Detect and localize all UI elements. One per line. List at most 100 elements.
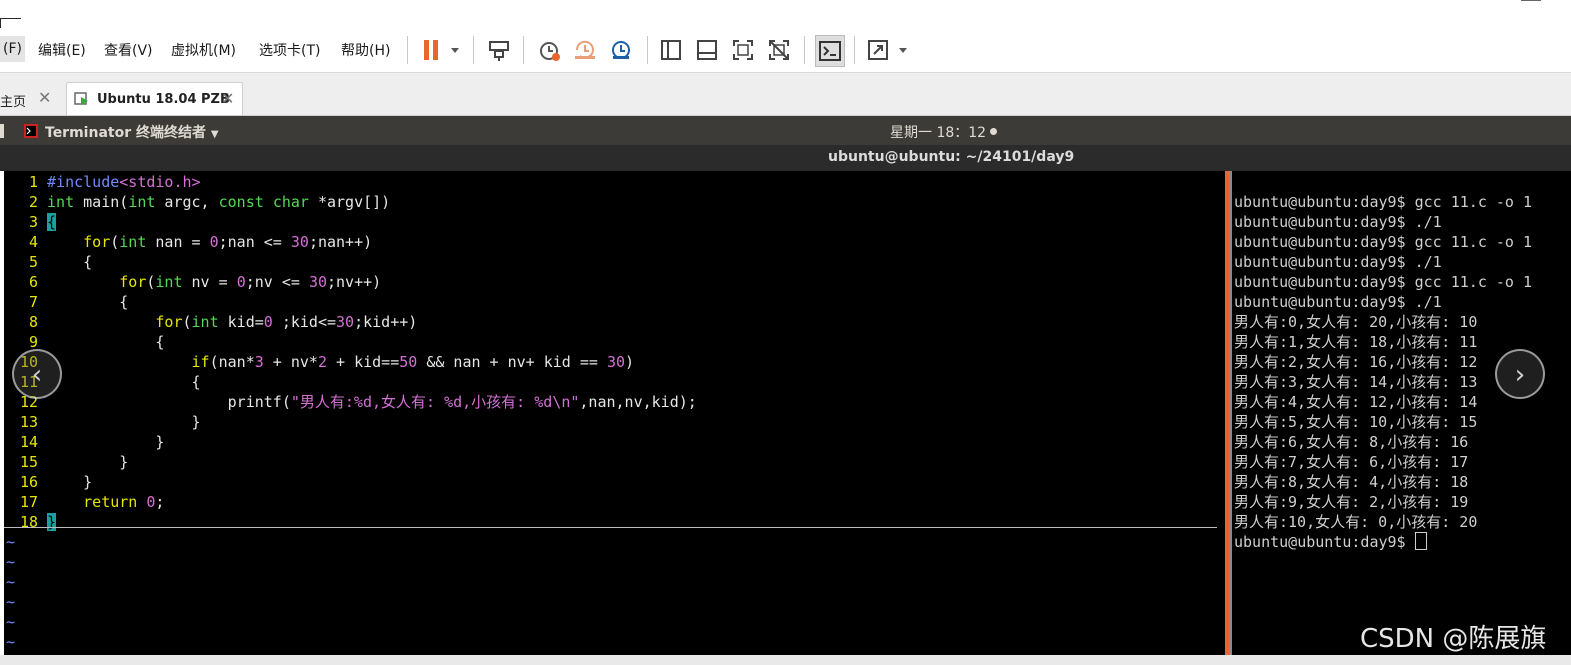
next-image-button[interactable]: ›: [1495, 349, 1545, 399]
code-token: ;nv <=: [245, 273, 309, 291]
code-token: ): [625, 353, 635, 371]
code-token: (nan*: [209, 353, 255, 371]
terminal-prompt-line[interactable]: ubuntu@ubuntu:day9$: [1234, 532, 1427, 552]
close-icon[interactable]: ✕: [221, 89, 234, 108]
code-token: }: [47, 473, 93, 491]
editor-separator-line: [4, 527, 1217, 528]
empty-line-tilde: ~: [6, 593, 16, 611]
fullscreen-icon[interactable]: [731, 38, 755, 62]
terminal-line: 男人有:10,女人有: 0,小孩有: 20: [1234, 513, 1478, 531]
code-line: 4 for(int nan = 0;nan <= 30;nan++): [4, 232, 372, 252]
code-token: 30: [606, 353, 626, 371]
line-number: 14: [19, 433, 38, 451]
code-token: if: [191, 353, 210, 371]
notification-dot-icon: [990, 128, 997, 135]
vm-running-icon: [74, 91, 90, 111]
terminal-line: 男人有:7,女人有: 6,小孩有: 17: [1234, 453, 1469, 471]
console-view-icon[interactable]: [815, 35, 845, 67]
menu-tabs[interactable]: 选项卡(T): [259, 40, 320, 60]
code-token: 50: [399, 353, 418, 371]
menu-file[interactable]: (F): [0, 36, 25, 62]
code-token: #include: [47, 173, 120, 191]
csdn-watermark: CSDN @陈展旗: [1360, 624, 1547, 654]
code-line: 14 }: [4, 432, 165, 452]
empty-line-tilde: ~: [6, 553, 16, 571]
line-number: 3: [28, 213, 38, 231]
menu-help[interactable]: 帮助(H): [341, 40, 390, 60]
code-token: printf(: [47, 393, 291, 411]
menu-view[interactable]: 查看(V): [104, 40, 153, 60]
pause-dropdown-caret[interactable]: [451, 48, 459, 53]
code-token: {: [47, 253, 93, 271]
line-number: 15: [19, 453, 38, 471]
panel-clock[interactable]: 星期一 18：12: [890, 122, 986, 142]
thumbnail-view-icon[interactable]: [695, 38, 719, 62]
pause-icon[interactable]: [420, 38, 444, 62]
terminal-line: 男人有:4,女人有: 12,小孩有: 14: [1234, 393, 1478, 411]
terminator-app-icon: [24, 123, 38, 142]
line-number: 13: [19, 413, 38, 431]
code-token: argc,: [155, 193, 219, 211]
menu-edit[interactable]: 编辑(E): [38, 40, 86, 60]
code-token: 0: [263, 313, 273, 331]
shell-terminal-pane[interactable]: ubuntu@ubuntu:day9$ gcc 11.c -o 1 ubuntu@…: [1232, 171, 1571, 655]
app-menu-label: Terminator 终端终结者: [45, 125, 206, 141]
stretch-dropdown-caret[interactable]: [899, 48, 907, 53]
close-icon[interactable]: ✕: [38, 88, 51, 107]
stretch-icon[interactable]: [866, 38, 890, 62]
code-token: ;: [155, 493, 165, 511]
code-token: && nan + nv+ kid ==: [417, 353, 607, 371]
code-token: }: [47, 453, 129, 471]
vm-tab-bar: 主页 ✕ Ubuntu 18.04 PZB ✕: [0, 73, 1571, 116]
snapshot-revert-icon[interactable]: [573, 38, 597, 62]
line-number: 6: [28, 273, 38, 291]
code-line: 16 }: [4, 472, 92, 492]
vim-editor-pane[interactable]: 1 #include<stdio.h> 2 int main(int argc, …: [4, 171, 1225, 655]
empty-line-tilde: ~: [6, 573, 16, 591]
code-line: 8 for(int kid=0 ;kid<=30;kid++): [4, 312, 417, 332]
code-token: 30: [336, 313, 355, 331]
toolbar-separator: [473, 36, 474, 64]
terminal-line: 男人有:6,女人有: 8,小孩有: 16: [1234, 433, 1469, 451]
line-number: 7: [28, 293, 38, 311]
panel-edge: [0, 124, 4, 138]
code-token: 30: [290, 233, 309, 251]
code-line: 9 {: [4, 332, 164, 352]
app-menu[interactable]: Terminator 终端终结者 ▼: [45, 122, 219, 142]
terminal-cursor: [1414, 532, 1427, 550]
tab-ubuntu[interactable]: Ubuntu 18.04 PZB ✕: [66, 82, 243, 115]
code-token: ,nan,nv,kid);: [579, 393, 697, 411]
code-token: return: [83, 493, 138, 511]
code-line: 12 printf("男人有:%d,女人有: %d,小孩有: %d\n",nan…: [4, 392, 697, 412]
code-token: 2: [317, 353, 327, 371]
empty-line-tilde: ~: [6, 633, 16, 651]
toolbar-separator: [407, 36, 408, 64]
tab-home[interactable]: 主页 ✕: [0, 82, 60, 114]
code-token: 0: [236, 273, 246, 291]
send-ctrl-alt-del-icon[interactable]: [487, 38, 511, 62]
code-line: 18 }: [4, 512, 57, 532]
code-line: 15 }: [4, 452, 128, 472]
bottom-strip: [0, 655, 1571, 665]
snapshot-icon[interactable]: [537, 38, 561, 62]
terminal-line: 男人有:9,女人有: 2,小孩有: 19: [1234, 493, 1469, 511]
code-token: int: [128, 193, 156, 211]
library-view-icon[interactable]: [659, 38, 683, 62]
code-token: ;kid<=: [272, 313, 337, 331]
line-number: 5: [28, 253, 38, 271]
terminal-line: ubuntu@ubuntu:day9$ ./1: [1234, 293, 1442, 311]
code-token: int: [47, 193, 75, 211]
code-token: for: [83, 233, 111, 251]
unity-icon[interactable]: [767, 38, 791, 62]
code-line: 3 {: [4, 212, 57, 232]
prev-image-button[interactable]: ‹: [12, 349, 62, 399]
menu-vm[interactable]: 虚拟机(M): [171, 40, 236, 60]
terminal-line: 男人有:3,女人有: 14,小孩有: 13: [1234, 373, 1478, 391]
code-token: + nv*: [263, 353, 318, 371]
code-line: 6 for(int nv = 0;nv <= 30;nv++): [4, 272, 381, 292]
snapshot-manager-icon[interactable]: [609, 38, 633, 62]
code-token: 0: [209, 233, 219, 251]
